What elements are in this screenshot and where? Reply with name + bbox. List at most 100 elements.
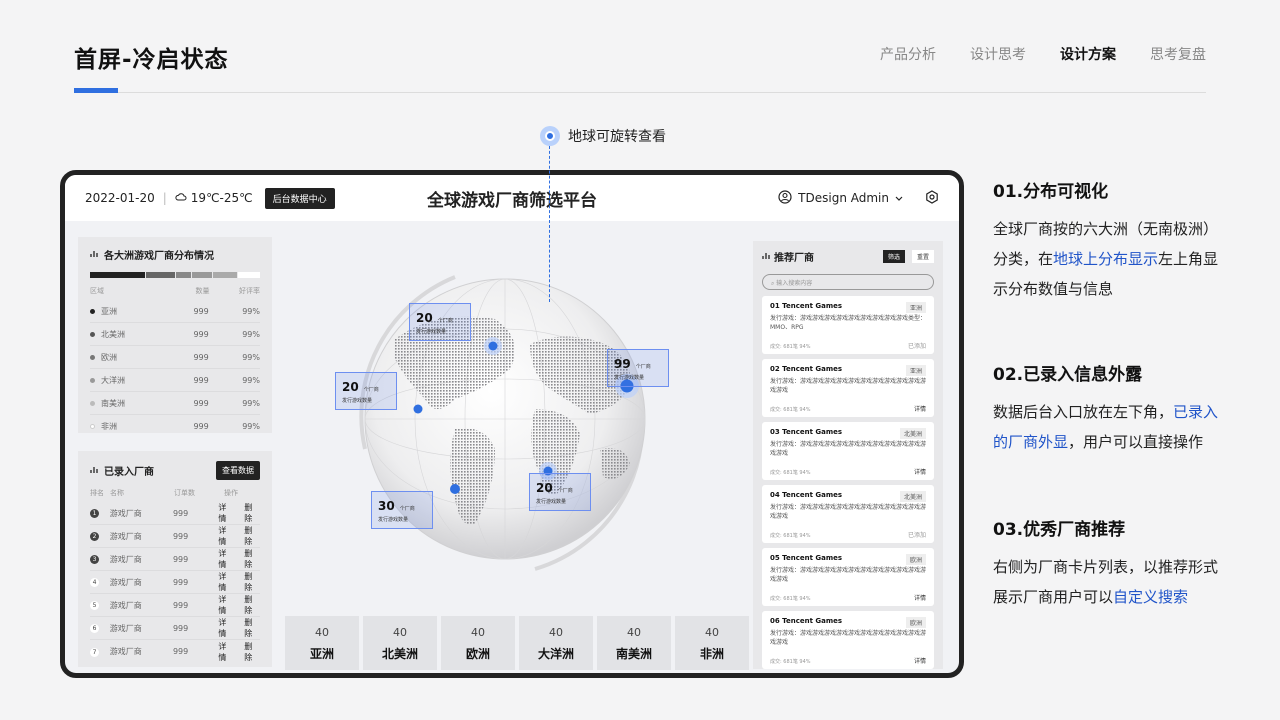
globe-label[interactable]: 30 个厂商 发行游戏数量 [371, 491, 433, 529]
table-row: 7 游戏厂商 999 详情 删除 [90, 640, 260, 663]
rank-badge: 7 [90, 647, 99, 657]
note-2: 02.已录入信息外露 数据后台入口放在左下角，已录入的厂商外显，用户可以直接操作 [993, 360, 1223, 457]
delete-link[interactable]: 删除 [244, 525, 260, 547]
legend-dot [90, 377, 95, 383]
table-row: 1 游戏厂商 999 详情 删除 [90, 502, 260, 525]
vendor-action[interactable]: 详情 [914, 593, 926, 602]
divider [74, 92, 1206, 93]
region-tag: 亚洲 [905, 302, 926, 313]
bar-chart-icon [90, 249, 98, 260]
region-tag: 北美洲 [899, 491, 926, 502]
distribution-row[interactable]: 欧洲 999 99% [90, 346, 260, 369]
vendor-desc: 发行游戏：游戏游戏游戏游戏游戏游戏游戏游戏游戏游戏游戏游戏 [770, 441, 927, 457]
delete-link[interactable]: 删除 [244, 617, 260, 639]
recorded-list: 1 游戏厂商 999 详情 删除 2 游戏厂商 999 详情 删除 3 游戏厂商 999 详情 删除 4 游戏厂… [90, 502, 260, 663]
filter-button[interactable]: 筛选 [882, 250, 905, 263]
settings-icon[interactable] [925, 189, 939, 207]
delete-link[interactable]: 删除 [244, 548, 260, 570]
delete-link[interactable]: 删除 [244, 594, 260, 616]
table-row: 2 游戏厂商 999 详情 删除 [90, 525, 260, 548]
bar-seg-af [238, 272, 260, 278]
vendor-action[interactable]: 详情 [914, 656, 926, 665]
vendor-card[interactable]: 06 Tencent Games 欧洲 发行游戏：游戏游戏游戏游戏游戏游戏游戏游戏游… [762, 611, 934, 669]
detail-link[interactable]: 详情 [218, 617, 234, 639]
bar-seg-oc [192, 272, 212, 278]
rank-badge: 1 [90, 509, 99, 518]
backend-button[interactable]: 后台数据中心 [264, 187, 335, 209]
globe-label[interactable]: 20 个厂商 发行游戏数量 [335, 372, 397, 410]
distribution-row[interactable]: 大洋洲 999 99% [90, 369, 260, 392]
distribution-header: 区域 数量 好评率 [90, 287, 260, 295]
vendor-name: 05 Tencent Games [770, 554, 843, 562]
nav-item-solution[interactable]: 设计方案 [1060, 44, 1116, 64]
vendor-card[interactable]: 03 Tencent Games 北美洲 发行游戏：游戏游戏游戏游戏游戏游戏游戏游戏… [762, 422, 934, 480]
nav-item-product[interactable]: 产品分析 [880, 44, 936, 64]
distribution-row[interactable]: 北美洲 999 99% [90, 323, 260, 346]
detail-link[interactable]: 详情 [218, 525, 234, 547]
vendor-card[interactable]: 05 Tencent Games 欧洲 发行游戏：游戏游戏游戏游戏游戏游戏游戏游戏游… [762, 548, 934, 606]
continent-card-oc[interactable]: 40 大洋洲 [519, 616, 593, 670]
avatar-icon [778, 189, 792, 207]
reset-button[interactable]: 重置 [911, 250, 934, 263]
vendor-stats: 成交: 681笔 94% [770, 407, 811, 413]
vendor-card[interactable]: 04 Tencent Games 北美洲 发行游戏：游戏游戏游戏游戏游戏游戏游戏游戏… [762, 485, 934, 543]
globe-label[interactable]: 99 个厂商 发行游戏数量 [607, 349, 669, 387]
cloud-icon [175, 191, 187, 205]
bar-seg-sa [212, 272, 237, 278]
continent-card-na[interactable]: 40 北美洲 [363, 616, 437, 670]
vendor-stats: 成交: 681笔 94% [770, 596, 811, 602]
distribution-row[interactable]: 非洲 999 99% [90, 415, 260, 438]
recommend-title: 推荐厂商 [774, 253, 814, 264]
distribution-row[interactable]: 亚洲 999 99% [90, 300, 260, 323]
note-title: 01.分布可视化 [993, 182, 1109, 202]
search-input[interactable]: ⌕ 输入搜索内容 [762, 274, 934, 290]
delete-link[interactable]: 删除 [244, 571, 260, 593]
nav-item-review[interactable]: 思考复盘 [1150, 44, 1206, 64]
search-icon: ⌕ [771, 280, 775, 287]
view-data-button[interactable]: 查看数据 [216, 461, 260, 480]
legend-dot [90, 400, 95, 406]
nav-item-thinking[interactable]: 设计思考 [970, 44, 1026, 64]
vendor-action[interactable]: 已添加 [908, 530, 926, 539]
distribution-list: 亚洲 999 99% 北美洲 999 99% 欧洲 999 99% 大洋洲 999 99% 南美洲 999… [90, 300, 260, 438]
dashboard-frame: 2022-01-20 | 19℃-25℃ 后台数据中心 全球游戏厂商筛选平台 T… [60, 170, 964, 678]
note-title: 03.优秀厂商推荐 [993, 520, 1126, 540]
vendor-card[interactable]: 01 Tencent Games 亚洲发行游戏：游戏游戏游戏游戏游戏游戏游戏游戏游… [762, 296, 934, 354]
rank-badge: 4 [90, 578, 99, 587]
bar-chart-icon [762, 251, 770, 262]
rotate-hint: 地球可旋转查看 [540, 126, 666, 146]
rank-badge: 6 [90, 624, 99, 633]
globe-label[interactable]: 20 个厂商 发行游戏数量 [409, 303, 471, 341]
recorded-panel: 已录入厂商 查看数据 排名 名称 订单数 操作 1 游戏厂商 999 详情 删除 2 游戏厂… [78, 451, 272, 667]
globe-label[interactable]: 20 个厂商 发行游戏数量 [529, 473, 591, 511]
delete-link[interactable]: 删除 [244, 641, 260, 663]
detail-link[interactable]: 详情 [218, 502, 234, 524]
distribution-panel: 各大洲游戏厂商分布情况 区域 数量 好评率 亚洲 999 99% 北美洲 999 99% 欧… [78, 237, 272, 433]
detail-link[interactable]: 详情 [218, 641, 234, 663]
distribution-row[interactable]: 南美洲 999 99% [90, 392, 260, 415]
detail-link[interactable]: 详情 [218, 571, 234, 593]
vendor-action[interactable]: 详情 [914, 467, 926, 476]
recorded-header: 排名 名称 订单数 操作 [90, 489, 238, 497]
table-row: 6 游戏厂商 999 详情 删除 [90, 617, 260, 640]
globe[interactable] [335, 249, 675, 589]
detail-link[interactable]: 详情 [218, 594, 234, 616]
legend-dot [90, 354, 95, 360]
rank-badge: 3 [90, 555, 99, 564]
title-accent [74, 88, 118, 93]
continent-card-asia[interactable]: 40 亚洲 [285, 616, 359, 670]
note-3: 03.优秀厂商推荐 右侧为厂商卡片列表，以推荐形式展示厂商用户可以自定义搜索 [993, 515, 1223, 612]
vendor-name: 01 Tencent Games [770, 302, 843, 310]
vendor-action[interactable]: 已添加 [908, 341, 926, 350]
delete-link[interactable]: 删除 [244, 502, 260, 524]
vendor-card[interactable]: 02 Tencent Games 亚洲 发行游戏：游戏游戏游戏游戏游戏游戏游戏游戏游… [762, 359, 934, 417]
user-menu[interactable]: TDesign Admin [778, 189, 903, 207]
detail-link[interactable]: 详情 [218, 548, 234, 570]
vendor-action[interactable]: 详情 [914, 404, 926, 413]
continent-card-eu[interactable]: 40 欧洲 [441, 616, 515, 670]
vendor-desc: 发行游戏：游戏游戏游戏游戏游戏游戏游戏游戏游戏类型：MMO、RPG [770, 315, 927, 331]
continent-card-sa[interactable]: 40 南美洲 [597, 616, 671, 670]
vendor-desc: 发行游戏：游戏游戏游戏游戏游戏游戏游戏游戏游戏游戏游戏游戏 [770, 567, 927, 583]
continent-card-af[interactable]: 40 非洲 [675, 616, 749, 670]
bar-seg-eu [175, 272, 191, 278]
